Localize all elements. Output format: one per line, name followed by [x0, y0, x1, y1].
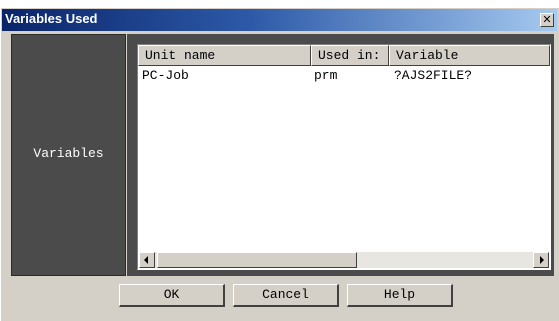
cell-used-in: prm	[314, 68, 338, 83]
list-header: Unit name Used in: Variable	[138, 45, 550, 66]
close-button[interactable]: ✕	[540, 13, 554, 27]
scroll-thumb[interactable]	[157, 252, 357, 268]
close-icon: ✕	[542, 13, 552, 26]
ok-button[interactable]: OK	[119, 284, 225, 307]
cell-unit-name: PC-Job	[142, 68, 189, 83]
arrow-left-icon	[144, 256, 148, 264]
cancel-button[interactable]: Cancel	[233, 284, 339, 307]
title-bar[interactable]: Variables Used ✕	[2, 9, 557, 31]
window-title: Variables Used	[5, 11, 98, 26]
cell-variable: ?AJS2FILE?	[394, 68, 473, 83]
variables-panel: Variables	[11, 34, 126, 276]
arrow-right-icon	[540, 256, 544, 264]
scroll-left-button[interactable]	[139, 252, 155, 268]
variables-list[interactable]: Unit name Used in: Variable PC-Job prm ?…	[137, 44, 551, 270]
column-header-unit-name[interactable]: Unit name	[138, 45, 311, 66]
help-button[interactable]: Help	[347, 284, 453, 307]
column-header-used-in[interactable]: Used in:	[311, 45, 389, 66]
horizontal-scrollbar[interactable]	[139, 252, 549, 268]
column-header-variable[interactable]: Variable	[389, 45, 550, 66]
variables-label: Variables	[33, 146, 104, 161]
table-row[interactable]: PC-Job prm ?AJS2FILE?	[138, 66, 550, 84]
scroll-right-button[interactable]	[533, 252, 549, 268]
